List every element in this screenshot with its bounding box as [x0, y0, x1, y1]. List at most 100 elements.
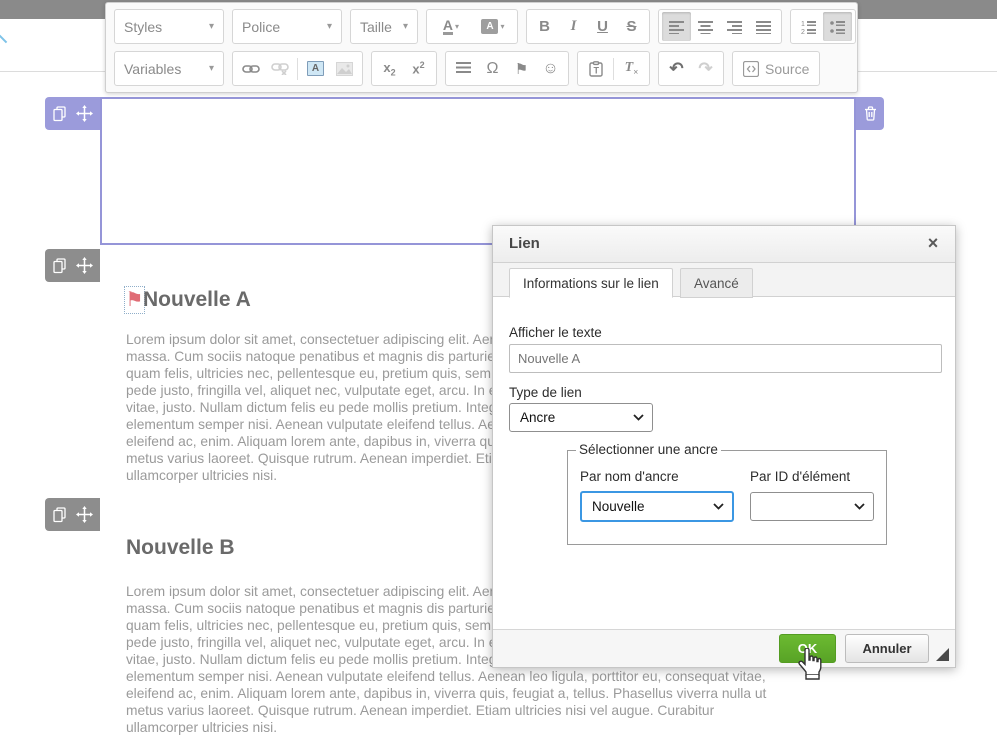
- link-group: A: [232, 51, 363, 86]
- dialog-tabstrip: Informations sur le lien Avancé: [493, 263, 955, 297]
- link-button[interactable]: [236, 54, 265, 83]
- redo-button[interactable]: ↷: [691, 54, 720, 83]
- justify-icon: [756, 20, 772, 34]
- bullet-list-icon: [830, 20, 846, 34]
- remove-format-icon: T×: [625, 60, 639, 77]
- svg-text:1: 1: [801, 21, 805, 28]
- align-right-button[interactable]: [720, 12, 749, 41]
- undo-button[interactable]: ↶: [662, 54, 691, 83]
- undo-group: ↶ ↷: [658, 51, 724, 86]
- unlink-icon: [271, 62, 289, 75]
- insert-group: Ω ⚑ ☺: [445, 51, 569, 86]
- toolbar-separator: [613, 58, 614, 80]
- bold-button[interactable]: B: [530, 12, 559, 41]
- subscript-button[interactable]: x2: [375, 54, 404, 83]
- justify-button[interactable]: [749, 12, 778, 41]
- hand-pointer-icon: [796, 648, 822, 680]
- bullet-list-button[interactable]: [823, 12, 852, 41]
- element-id-label: Par ID d'élément: [750, 469, 850, 484]
- selected-content-block[interactable]: [100, 97, 856, 245]
- unlink-button[interactable]: [265, 54, 294, 83]
- text-color-icon: A: [443, 18, 453, 35]
- block-handle-intro[interactable]: [45, 97, 100, 130]
- paste-format-group: T T×: [577, 51, 650, 86]
- chevron-down-icon: ▾: [209, 21, 214, 32]
- font-dropdown[interactable]: Police ▾: [232, 9, 342, 44]
- left-edge-artifact: [0, 35, 7, 43]
- toolbar-separator: [297, 58, 298, 80]
- paste-as-text-button[interactable]: T: [581, 54, 610, 83]
- chevron-down-icon: ▾: [209, 63, 214, 74]
- block-handle-section-a[interactable]: [45, 249, 100, 282]
- text-field-button[interactable]: A: [301, 54, 330, 83]
- text-color-button[interactable]: A ▾: [430, 12, 472, 41]
- smiley-button[interactable]: ☺: [536, 54, 565, 83]
- subscript-icon: x2: [383, 60, 395, 78]
- toolbar-row-1: Styles ▾ Police ▾ Taille ▾ A ▾ A ▾: [114, 9, 856, 44]
- dialog-resize-handle[interactable]: [936, 648, 949, 661]
- align-center-icon: [698, 20, 714, 34]
- trash-icon: [864, 106, 877, 121]
- remove-format-button[interactable]: T×: [617, 54, 646, 83]
- section-a-heading: Nouvelle A: [143, 288, 251, 312]
- dialog-header[interactable]: Lien ×: [493, 226, 955, 263]
- element-id-select[interactable]: [750, 492, 874, 521]
- editor-screen: Styles ▾ Police ▾ Taille ▾ A ▾ A ▾: [0, 0, 997, 737]
- link-type-value: Ancre: [520, 410, 555, 425]
- special-char-button[interactable]: Ω: [478, 54, 507, 83]
- superscript-button[interactable]: x2: [404, 54, 433, 83]
- sub-sup-group: x2 x2: [371, 51, 437, 86]
- background-color-icon: A: [481, 19, 498, 34]
- align-left-button[interactable]: [662, 12, 691, 41]
- styles-dropdown-label: Styles: [124, 19, 162, 35]
- image-icon: [336, 62, 353, 76]
- font-size-dropdown-label: Taille: [360, 19, 392, 35]
- strikethrough-button[interactable]: S: [617, 12, 646, 41]
- display-text-input[interactable]: [509, 344, 942, 373]
- image-button[interactable]: [330, 54, 359, 83]
- source-button-label: Source: [765, 61, 809, 77]
- anchor-fieldset: Sélectionner une ancre Par nom d'ancre N…: [567, 450, 887, 545]
- chevron-down-icon: ▾: [500, 22, 504, 31]
- anchor-name-select[interactable]: Nouvelle: [580, 491, 734, 522]
- close-icon[interactable]: ×: [923, 233, 943, 253]
- italic-button[interactable]: I: [559, 12, 588, 41]
- anchor-flag-button[interactable]: ⚑: [507, 54, 536, 83]
- chevron-down-icon: [713, 503, 724, 510]
- chevron-down-icon: [854, 503, 865, 510]
- anchor-fieldset-legend: Sélectionner une ancre: [576, 442, 721, 457]
- cancel-button[interactable]: Annuler: [845, 634, 929, 663]
- underline-button[interactable]: U: [588, 12, 617, 41]
- numbered-list-button[interactable]: 12: [794, 12, 823, 41]
- align-right-icon: [727, 20, 743, 34]
- align-left-icon: [669, 20, 685, 34]
- source-button[interactable]: Source: [732, 51, 820, 86]
- basic-styles-group: B I U S: [526, 9, 650, 44]
- move-icon: [76, 105, 93, 122]
- svg-text:T: T: [593, 65, 599, 75]
- alignment-group: [658, 9, 782, 44]
- toolbar-row-2: Variables ▾ A x2: [114, 51, 820, 86]
- text-field-icon: A: [307, 61, 324, 76]
- copy-icon: [52, 106, 67, 122]
- anchor-name-value: Nouvelle: [592, 499, 645, 514]
- svg-text:2: 2: [801, 29, 805, 34]
- horizontal-rule-button[interactable]: [449, 54, 478, 83]
- styles-dropdown[interactable]: Styles ▾: [114, 9, 224, 44]
- align-center-button[interactable]: [691, 12, 720, 41]
- superscript-icon: x2: [412, 60, 424, 76]
- variables-dropdown[interactable]: Variables ▾: [114, 51, 224, 86]
- background-color-button[interactable]: A ▾: [472, 12, 514, 41]
- move-icon: [76, 506, 93, 523]
- list-group: 12: [790, 9, 856, 44]
- tab-advanced[interactable]: Avancé: [680, 268, 753, 298]
- anchor-marker[interactable]: ⚑: [124, 286, 145, 314]
- link-type-select[interactable]: Ancre: [509, 403, 653, 432]
- font-size-dropdown[interactable]: Taille ▾: [350, 9, 418, 44]
- tab-link-info[interactable]: Informations sur le lien: [509, 268, 673, 298]
- editor-toolbar: Styles ▾ Police ▾ Taille ▾ A ▾ A ▾: [105, 2, 858, 93]
- chevron-down-icon: [633, 414, 644, 421]
- display-text-label: Afficher le texte: [509, 325, 602, 340]
- delete-block-button[interactable]: [856, 97, 884, 130]
- block-handle-section-b[interactable]: [45, 498, 100, 531]
